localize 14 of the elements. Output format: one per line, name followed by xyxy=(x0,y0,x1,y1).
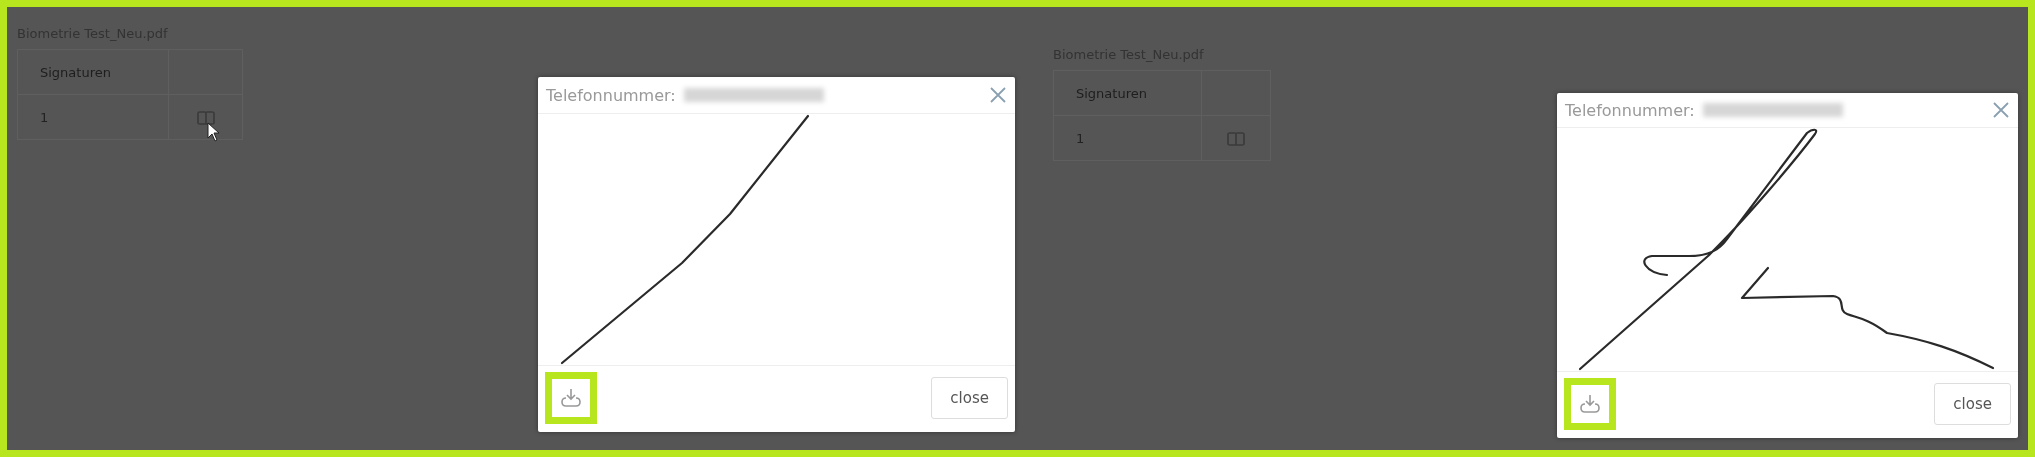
column-header: Signaturen xyxy=(1053,70,1202,116)
close-button[interactable]: close xyxy=(1934,383,2011,425)
download-button[interactable] xyxy=(545,372,597,424)
download-icon xyxy=(560,388,582,408)
dialog-title: Telefonnummer: xyxy=(1565,100,1695,120)
book-icon[interactable] xyxy=(196,110,215,125)
close-icon[interactable] xyxy=(989,86,1007,104)
download-button[interactable] xyxy=(1564,378,1616,430)
close-icon[interactable] xyxy=(1992,101,2010,119)
close-button[interactable]: close xyxy=(931,377,1008,419)
download-icon xyxy=(1579,394,1601,414)
book-icon[interactable] xyxy=(1227,131,1245,146)
column-header: Signaturen xyxy=(17,49,169,95)
dialog-title: Telefonnummer: xyxy=(546,85,676,105)
